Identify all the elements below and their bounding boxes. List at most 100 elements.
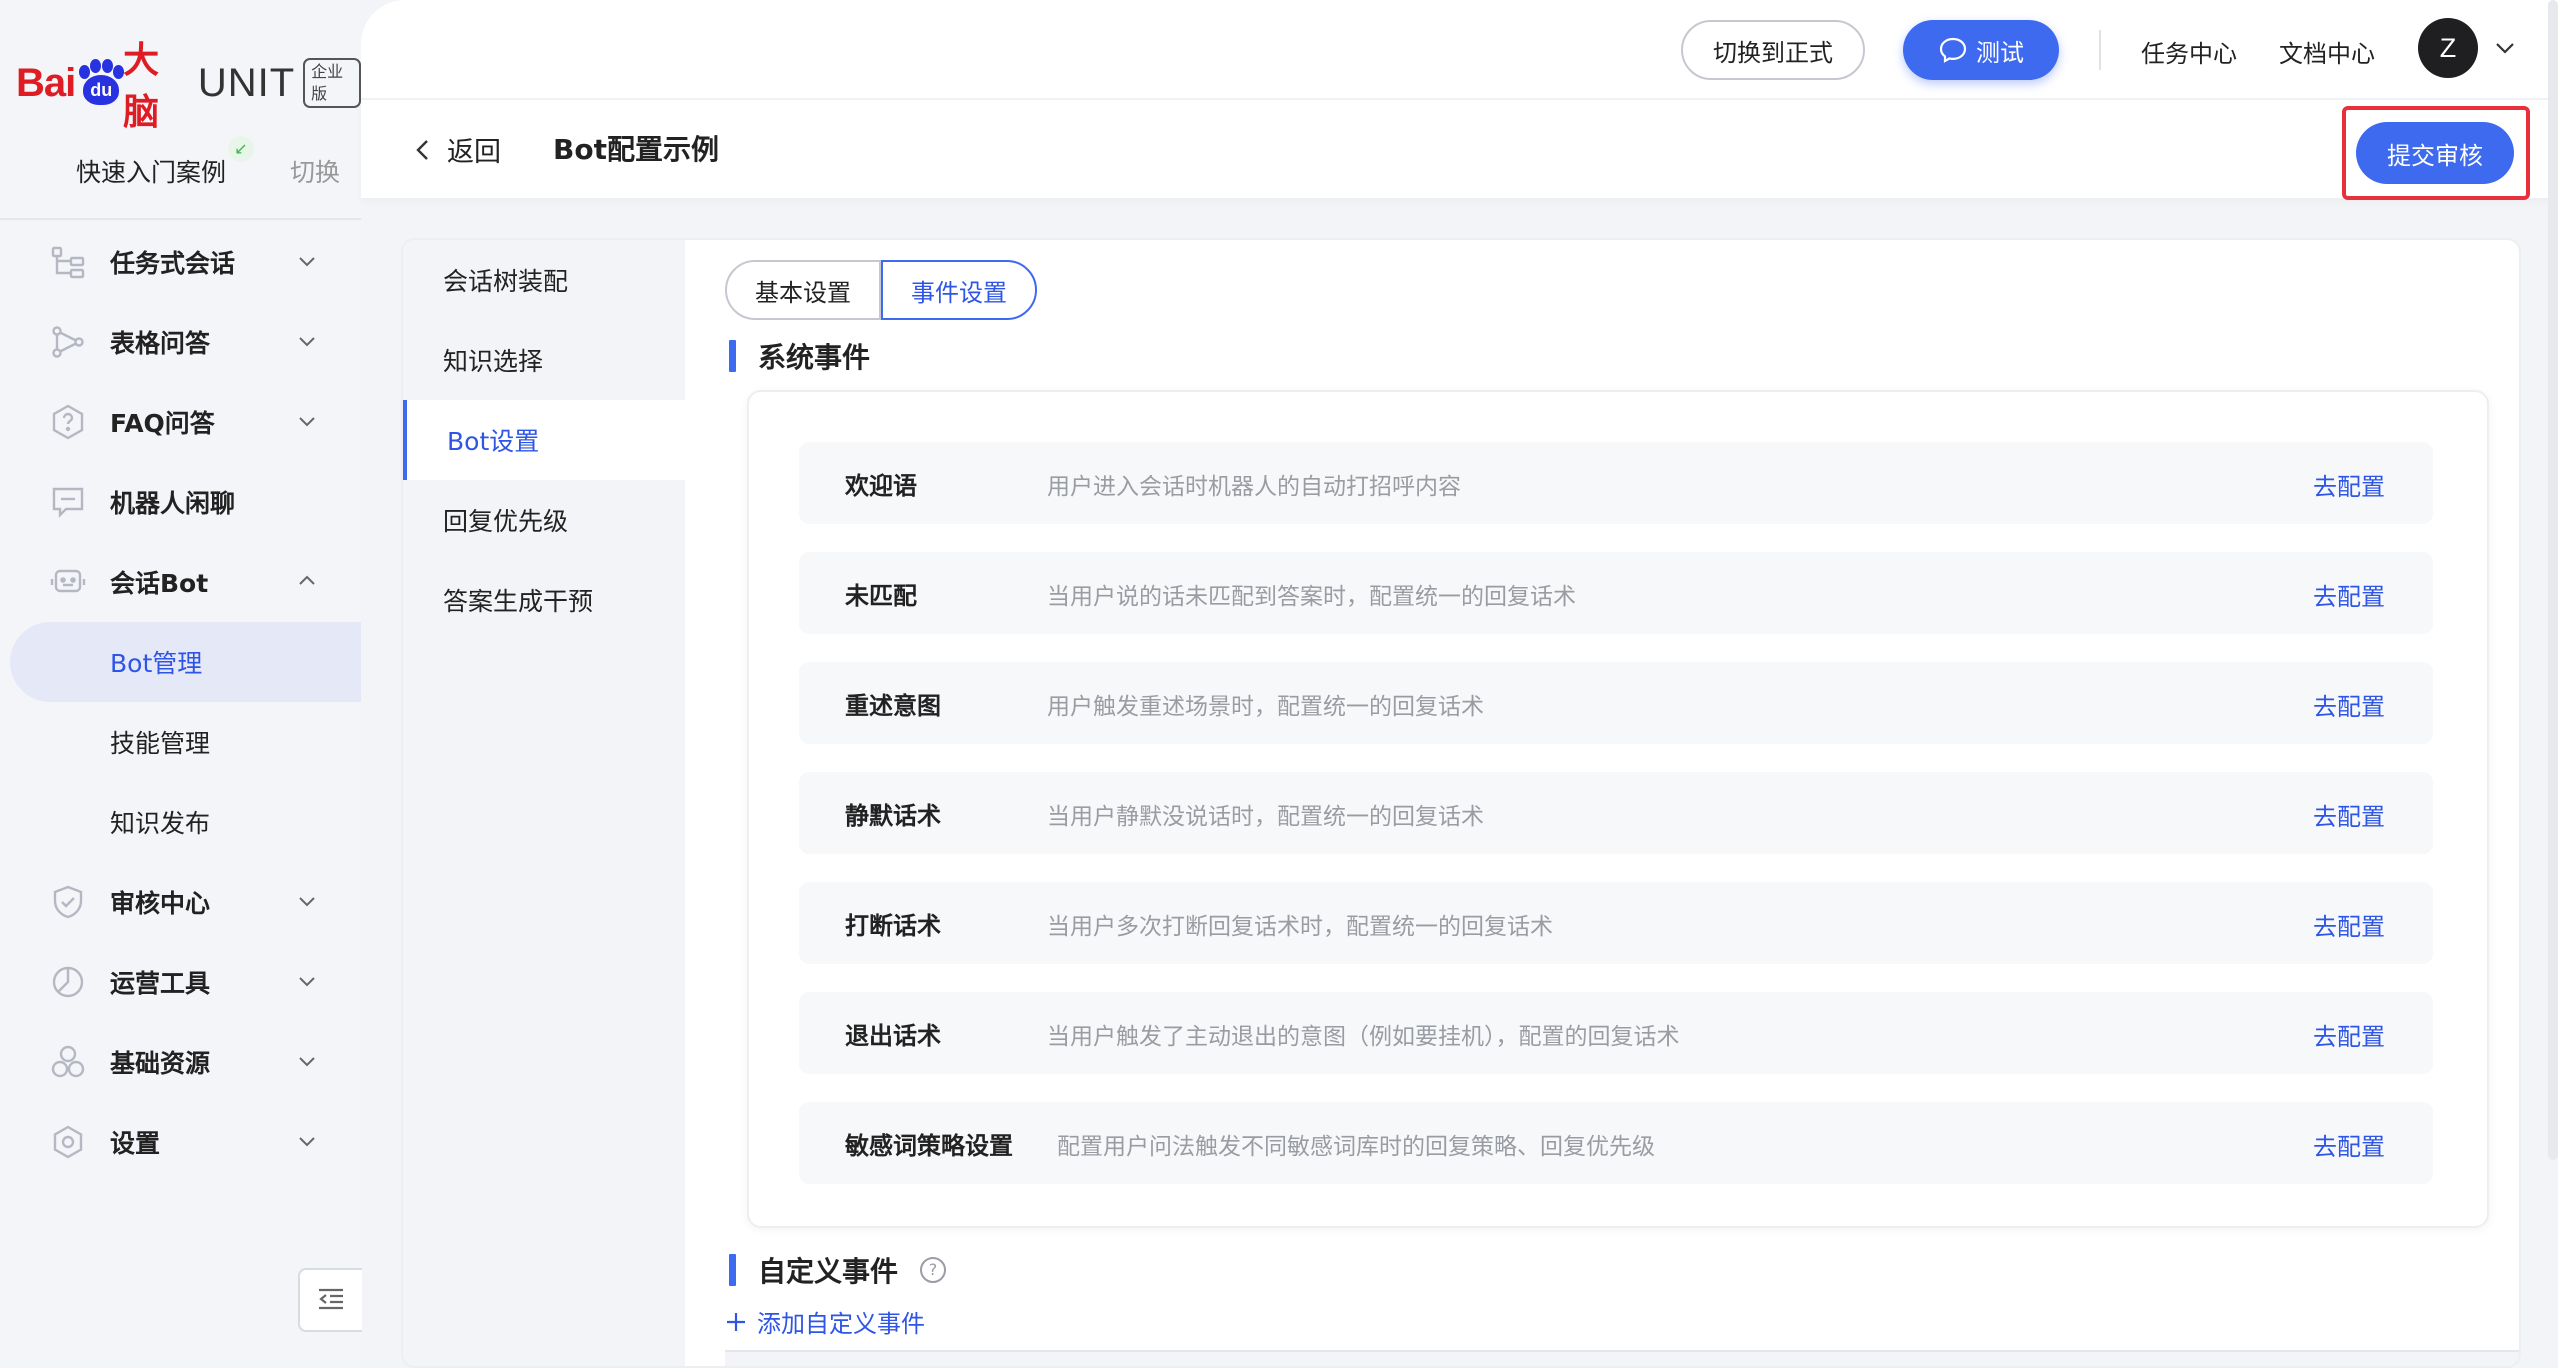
sidebar-item-base-resources[interactable]: 基础资源 [0, 1022, 361, 1102]
subnav-item-dialog-tree[interactable]: 会话树装配 [403, 240, 685, 320]
back-button-label: 返回 [447, 137, 501, 168]
graph-icon [52, 326, 84, 358]
sidebar-item-task-dialog[interactable]: 任务式会话 [0, 222, 361, 302]
chevron-down-icon [299, 417, 315, 427]
custom-events-table-header [725, 1350, 2519, 1366]
back-button[interactable]: 返回 [413, 130, 501, 169]
subnav-item-answer-intervention[interactable]: 答案生成干预 [403, 560, 685, 640]
settings-tabs: 基本设置 事件设置 [725, 260, 1037, 320]
chevron-down-icon [299, 977, 315, 987]
configure-link[interactable]: 去配置 [2313, 467, 2385, 502]
chevron-down-icon[interactable] [2493, 36, 2517, 60]
sidebar-item-chitchat[interactable]: 机器人闲聊 [0, 462, 361, 542]
event-name: 打断话术 [845, 912, 941, 940]
event-row-sensitive-words: 敏感词策略设置 配置用户问法触发不同敏感词库时的回复策略、回复优先级 去配置 [799, 1102, 2433, 1184]
test-button-label: 测试 [1976, 38, 2024, 67]
event-row-interrupt: 打断话术 当用户多次打断回复话术时，配置统一的回复话术 去配置 [799, 882, 2433, 964]
sidebar-item-label: 机器人闲聊 [110, 489, 236, 518]
brand-logo[interactable]: Bai du 大脑 UNIT 企业版 [16, 40, 361, 133]
sidebar-item-dialog-bot[interactable]: 会话Bot [0, 542, 361, 622]
sidebar-item-skill-management[interactable]: 技能管理 [0, 702, 361, 782]
help-hexagon-icon [52, 404, 84, 440]
section-accent-bar [729, 1254, 736, 1286]
configure-link[interactable]: 去配置 [2313, 577, 2385, 612]
edition-badge: 企业版 [303, 58, 361, 108]
sidebar-item-review-center[interactable]: 审核中心 [0, 862, 361, 942]
chat-bubble-icon [52, 487, 84, 518]
event-description: 用户触发重述场景时，配置统一的回复话术 [1047, 694, 1484, 720]
bot-settings-panel: 会话树装配 知识选择 Bot设置 回复优先级 答案生成干预 基本设置 事件设置 … [401, 238, 2521, 1368]
submit-highlight-box: 提交审核 [2342, 106, 2530, 200]
configure-link[interactable]: 去配置 [2313, 687, 2385, 722]
add-custom-event-label: 添加自定义事件 [757, 1310, 925, 1338]
main-area: 切换到正式 测试 任务中心 文档中心 Z 返回 Bot配置示例 提交审核 会话树… [361, 0, 2558, 1368]
test-button[interactable]: 测试 [1903, 20, 2059, 80]
event-row-exit: 退出话术 当用户触发了主动退出的意图（例如要挂机），配置的回复话术 去配置 [799, 992, 2433, 1074]
event-row-welcome: 欢迎语 用户进入会话时机器人的自动打招呼内容 去配置 [799, 442, 2433, 524]
robot-icon [50, 569, 86, 593]
user-avatar[interactable]: Z [2418, 18, 2478, 78]
sidebar-collapse-button[interactable] [298, 1268, 362, 1332]
sidebar-item-knowledge-publish[interactable]: 知识发布 [0, 782, 361, 862]
sidebar-item-label: 运营工具 [110, 969, 211, 998]
logo-paw-text: du [83, 75, 120, 105]
case-switch-button[interactable]: 切换 [290, 153, 340, 189]
event-name: 欢迎语 [845, 472, 917, 500]
sidebar-item-label: 基础资源 [110, 1049, 211, 1078]
chevron-down-icon [299, 1137, 315, 1147]
event-row-silence: 静默话术 当用户静默没说话时，配置统一的回复话术 去配置 [799, 772, 2433, 854]
chevron-down-icon [299, 257, 315, 267]
configure-link[interactable]: 去配置 [2313, 907, 2385, 942]
tab-event-settings[interactable]: 事件设置 [881, 260, 1037, 320]
event-row-unmatched: 未匹配 当用户说的话未匹配到答案时，配置统一的回复话术 去配置 [799, 552, 2433, 634]
configure-link[interactable]: 去配置 [2313, 1017, 2385, 1052]
doc-center-link[interactable]: 文档中心 [2279, 34, 2375, 69]
event-description: 用户进入会话时机器人的自动打招呼内容 [1047, 474, 1461, 500]
page-scrollbar[interactable] [2548, 0, 2558, 1160]
event-name: 未匹配 [845, 582, 917, 610]
sidebar-item-ops-tools[interactable]: 运营工具 [0, 942, 361, 1022]
logo-danao-text: 大脑 [123, 40, 160, 133]
section-title: 系统事件 [758, 341, 871, 374]
submit-review-button[interactable]: 提交审核 [2356, 122, 2514, 184]
collapse-menu-icon [319, 1288, 343, 1309]
baidu-paw-icon: du [77, 59, 125, 107]
sidebar-item-bot-management[interactable]: Bot管理 [10, 622, 361, 702]
case-name: 快速入门案例 [76, 158, 227, 187]
page-title: Bot配置示例 [553, 133, 719, 166]
sidebar-item-label: Bot管理 [110, 649, 203, 678]
switch-to-production-button[interactable]: 切换到正式 [1681, 20, 1865, 80]
tab-basic-settings[interactable]: 基本设置 [725, 260, 881, 320]
sidebar-item-settings[interactable]: 设置 [0, 1102, 361, 1182]
sidebar-item-table-qa[interactable]: 表格问答 [0, 302, 361, 382]
system-events-card: 欢迎语 用户进入会话时机器人的自动打招呼内容 去配置 未匹配 当用户说的话未匹配… [747, 390, 2489, 1228]
chevron-up-icon [299, 575, 315, 585]
add-custom-event-button[interactable]: 添加自定义事件 [725, 1304, 925, 1339]
section-title: 自定义事件 [758, 1255, 899, 1288]
sidebar-nav: 任务式会话 表格问答 FAQ问答 机器人闲聊 会话Bot Bot管理 技能管理 [0, 222, 361, 1182]
custom-events-heading: 自定义事件 ? [729, 1250, 947, 1290]
section-accent-bar [729, 340, 736, 372]
chevron-left-icon [416, 139, 428, 160]
help-circle-icon[interactable]: ? [920, 1257, 947, 1283]
configure-link[interactable]: 去配置 [2313, 1127, 2385, 1162]
event-description: 配置用户问法触发不同敏感词库时的回复策略、回复优先级 [1057, 1134, 1655, 1160]
shield-check-icon [53, 885, 83, 919]
sidebar-item-faq[interactable]: FAQ问答 [0, 382, 361, 462]
event-description: 当用户说的话未匹配到答案时，配置统一的回复话术 [1047, 584, 1576, 610]
header-divider [2099, 30, 2101, 70]
top-header: 切换到正式 测试 任务中心 文档中心 Z [361, 0, 2558, 98]
sidebar-item-label: FAQ问答 [110, 409, 215, 438]
page-title-bar: 返回 Bot配置示例 提交审核 [361, 98, 2558, 200]
configure-link[interactable]: 去配置 [2313, 797, 2385, 832]
sidebar-item-label: 知识发布 [110, 809, 211, 838]
event-name: 静默话术 [845, 802, 941, 830]
plus-icon [727, 1312, 745, 1331]
subnav-item-reply-priority[interactable]: 回复优先级 [403, 480, 685, 560]
subnav-item-knowledge-select[interactable]: 知识选择 [403, 320, 685, 400]
event-name: 退出话术 [845, 1022, 941, 1050]
task-center-link[interactable]: 任务中心 [2141, 34, 2237, 69]
event-description: 当用户多次打断回复话术时，配置统一的回复话术 [1047, 914, 1553, 940]
subnav-item-bot-settings[interactable]: Bot设置 [403, 400, 685, 480]
sidebar-item-label: 技能管理 [110, 729, 211, 758]
